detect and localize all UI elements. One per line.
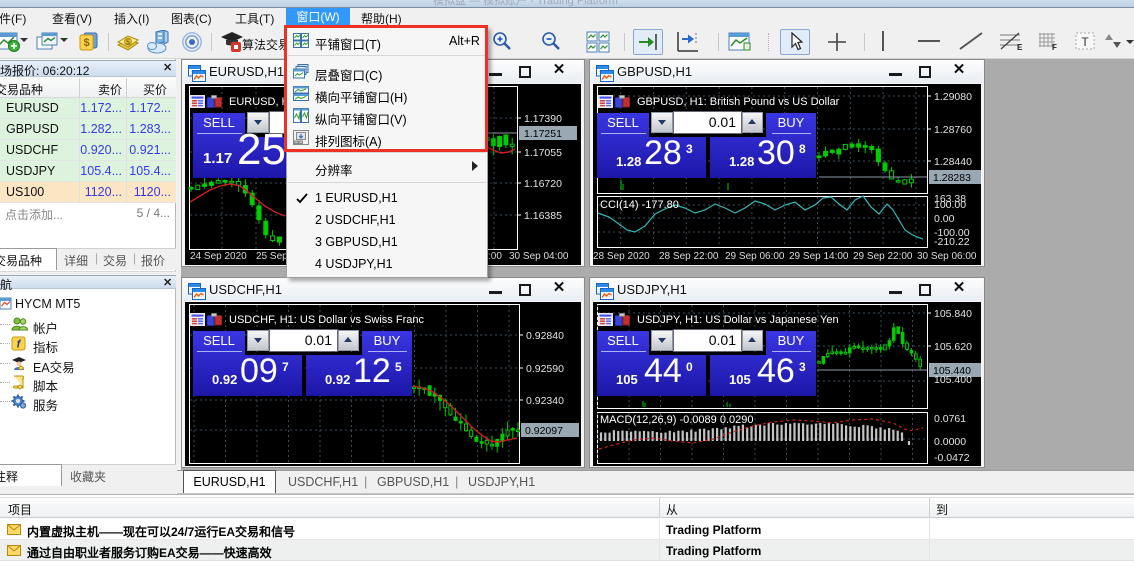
svg-text:1.16720: 1.16720 xyxy=(524,178,562,190)
svg-text:29 Sep 06:00: 29 Sep 06:00 xyxy=(725,251,785,262)
svg-text:F: F xyxy=(1052,43,1057,51)
svg-text:1.28283: 1.28283 xyxy=(933,172,971,184)
svg-text:105.400: 105.400 xyxy=(934,374,972,386)
svg-text:105.840: 105.840 xyxy=(934,308,972,320)
svg-text:-0.0472: -0.0472 xyxy=(934,452,970,464)
svg-text:24 Sep 2020: 24 Sep 2020 xyxy=(190,251,247,262)
svg-text:28 Sep 2020: 28 Sep 2020 xyxy=(593,251,650,262)
svg-text:0.92097: 0.92097 xyxy=(525,425,563,437)
svg-text:105.620: 105.620 xyxy=(934,341,972,353)
svg-text:0.0761: 0.0761 xyxy=(934,413,966,425)
svg-text:28 Sep 22:00: 28 Sep 22:00 xyxy=(659,251,719,262)
svg-text:5: 5 xyxy=(126,40,130,47)
svg-text:29 Sep 22:00: 29 Sep 22:00 xyxy=(853,251,913,262)
svg-text:29 Sep 14:00: 29 Sep 14:00 xyxy=(789,251,849,262)
svg-text:100.00: 100.00 xyxy=(934,199,966,211)
svg-text:1.28440: 1.28440 xyxy=(934,156,972,168)
svg-text:E: E xyxy=(1017,43,1023,51)
svg-text:MACD(12,26,9) -0.0089 0.0290: MACD(12,26,9) -0.0089 0.0290 xyxy=(600,414,753,426)
svg-text::00: :00 xyxy=(488,251,502,262)
svg-text:T: T xyxy=(1081,35,1089,49)
svg-text:30 Sep 06:00: 30 Sep 06:00 xyxy=(917,251,977,262)
svg-text:0.00: 0.00 xyxy=(934,213,955,225)
svg-text:0.92340: 0.92340 xyxy=(526,395,564,407)
svg-text:0.0000: 0.0000 xyxy=(934,436,966,448)
svg-text:1.17390: 1.17390 xyxy=(524,113,562,125)
svg-text:30 Sep 04:00: 30 Sep 04:00 xyxy=(509,251,569,262)
svg-text:CCI(14) -177.80: CCI(14) -177.80 xyxy=(600,199,679,211)
svg-text:1.17055: 1.17055 xyxy=(524,147,562,159)
svg-text:25 Sep: 25 Sep xyxy=(256,251,288,262)
svg-text:-210.22: -210.22 xyxy=(934,236,970,248)
svg-text:1.29080: 1.29080 xyxy=(934,91,972,103)
svg-text:1.16385: 1.16385 xyxy=(524,210,562,222)
svg-text:0.92840: 0.92840 xyxy=(526,330,564,342)
svg-text:$: $ xyxy=(83,37,89,49)
svg-text:0.92590: 0.92590 xyxy=(526,363,564,375)
svg-text:1.17251: 1.17251 xyxy=(524,128,562,140)
svg-text:1.28760: 1.28760 xyxy=(934,124,972,136)
